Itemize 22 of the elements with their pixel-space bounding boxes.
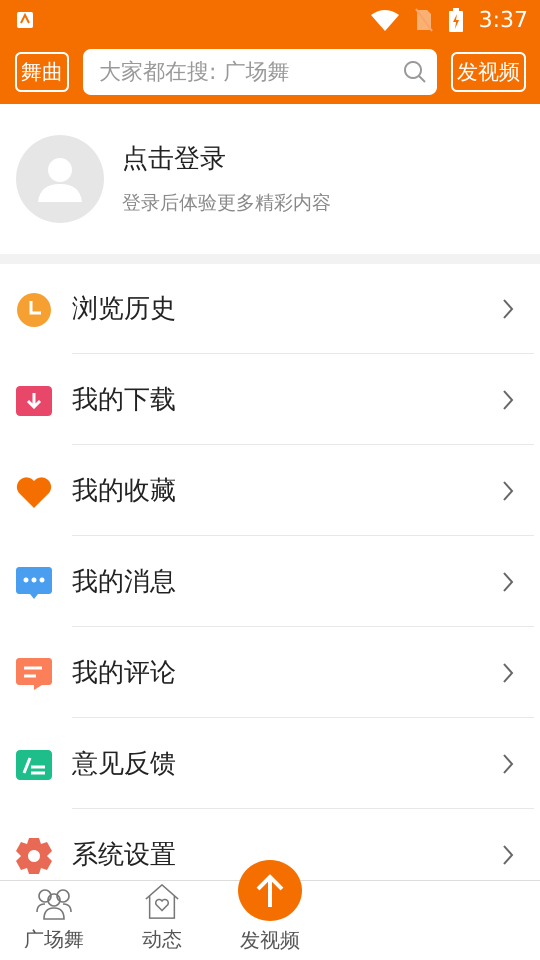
chevron-right-icon (502, 389, 514, 411)
arrow-up-icon (255, 872, 285, 908)
tab-item[interactable]: 发视频 (216, 859, 324, 960)
login-link[interactable]: 点击登录 (122, 140, 331, 180)
search-icon (403, 60, 427, 84)
tab-item[interactable]: 广场舞 (0, 881, 108, 960)
battery-charging-icon (448, 8, 463, 32)
chevron-right-icon (502, 298, 514, 320)
chevron-right-icon (502, 480, 514, 502)
login-hint: 登录后体验更多精彩内容 (122, 191, 331, 216)
no-sim-icon (414, 8, 433, 32)
wifi-icon (370, 9, 399, 31)
chevron-right-icon (502, 753, 514, 775)
chevron-right-icon (502, 844, 514, 866)
chevron-right-icon (502, 662, 514, 684)
chevron-right-icon (502, 571, 514, 593)
tab-item[interactable]: 动态 (108, 881, 216, 960)
search-field[interactable]: 大家都在搜: 广场舞 (97, 54, 403, 90)
app-notification-icon (16, 11, 34, 29)
people-icon (34, 886, 74, 920)
status-time: 3:37 (478, 6, 528, 34)
search-bar[interactable]: 大家都在搜: 广场舞 (83, 49, 437, 95)
